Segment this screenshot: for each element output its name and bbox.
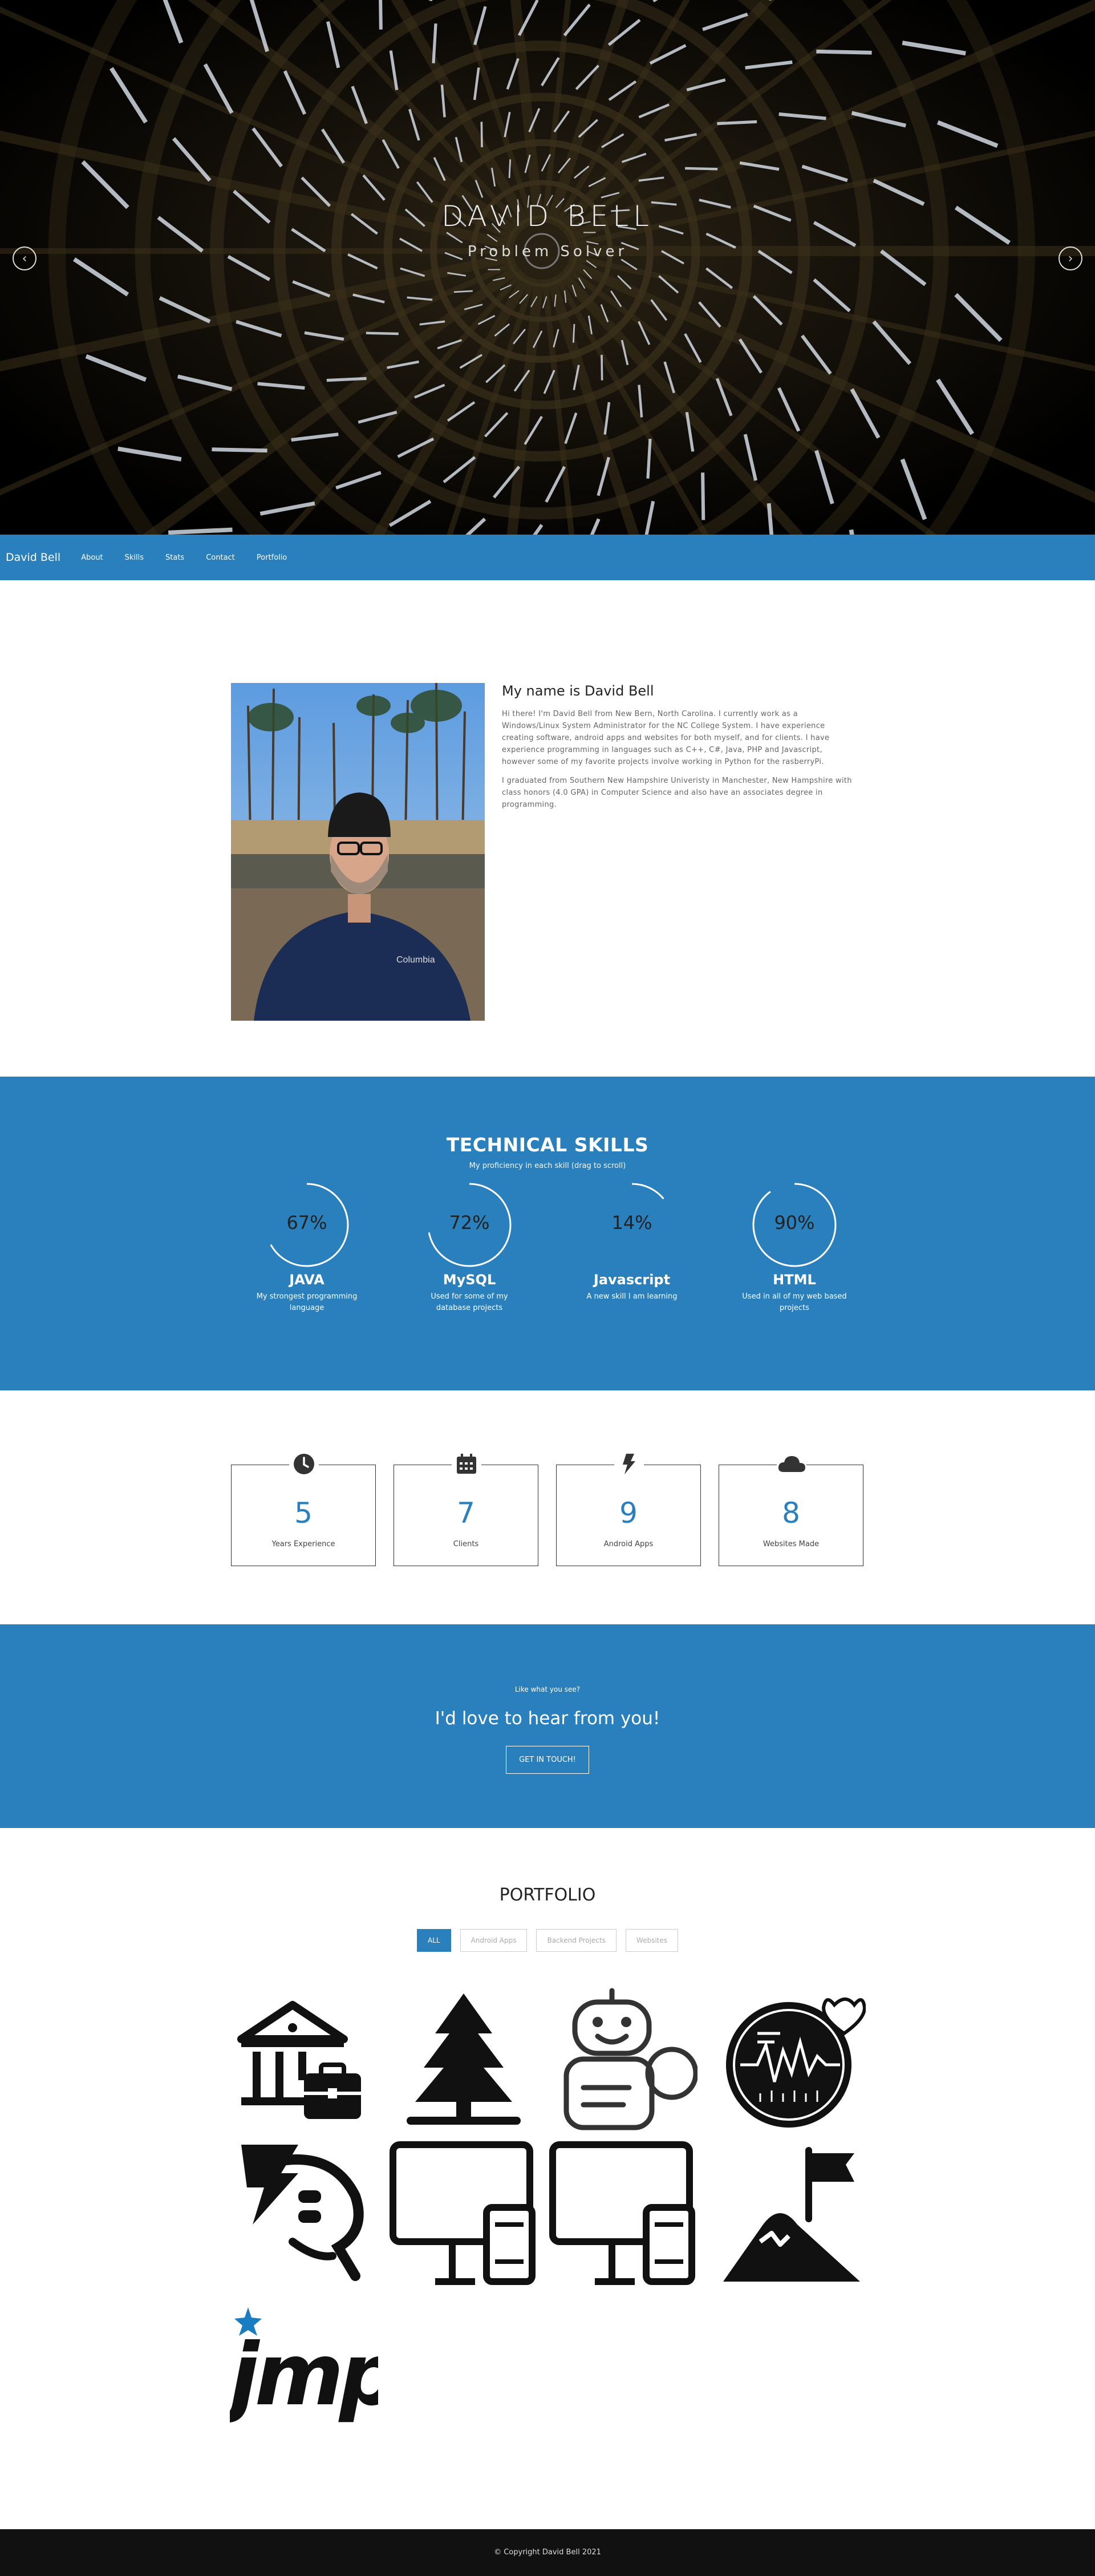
cta-heading: I'd love to hear from you!	[0, 1708, 1095, 1729]
profile-photo: Columbia	[231, 683, 485, 1021]
filter-android-apps[interactable]: Android Apps	[460, 1929, 528, 1952]
copyright-text: © Copyright David Bell 2021	[494, 2548, 601, 2557]
nav-link-contact[interactable]: Contact	[206, 553, 235, 562]
skill-percent: 14%	[566, 1212, 697, 1234]
clock-icon	[289, 1449, 319, 1479]
skill-mysql[interactable]: 72% MySQL Used for some of my database pro…	[404, 1179, 535, 1314]
stat-label: Clients	[394, 1540, 538, 1548]
hero-subtitle: Problem Solver	[0, 243, 1095, 260]
portfolio-item-jmp[interactable]: jmp ®	[230, 2290, 378, 2438]
footer: © Copyright David Bell 2021	[0, 2529, 1095, 2576]
stat-label: Years Experience	[232, 1540, 375, 1548]
carousel-prev-button[interactable]: ‹	[13, 246, 36, 270]
skill-name: MySQL	[404, 1272, 535, 1288]
heart-monitor-icon	[717, 1988, 866, 2136]
svg-text:®: ®	[368, 2398, 375, 2406]
skill-description: My strongest programming language	[241, 1291, 372, 1314]
pine-tree-icon	[390, 1988, 538, 2136]
skill-javascript[interactable]: 14% Javascript A new skill I am learning	[566, 1179, 697, 1303]
bolt-icon	[614, 1449, 644, 1479]
skill-name: JAVA	[241, 1272, 372, 1288]
desktop-phone-icon	[549, 2139, 697, 2287]
skill-description: Used in all of my web based projects	[729, 1291, 860, 1314]
stat-value: 7	[394, 1497, 538, 1530]
calendar-icon	[452, 1449, 481, 1479]
filter-websites[interactable]: Websites	[626, 1929, 678, 1952]
skill-percent: 90%	[729, 1212, 860, 1234]
nav-brand[interactable]: David Bell	[6, 551, 60, 564]
cloud-icon	[777, 1449, 806, 1479]
mountain-flag-icon	[717, 2139, 866, 2287]
stat-card-clients: 7 Clients	[394, 1465, 538, 1566]
portfolio-section: PORTFOLIO ALL Android Apps Backend Proje…	[0, 1828, 1095, 2529]
stat-label: Android Apps	[557, 1540, 700, 1548]
portfolio-filters: ALL Android Apps Backend Projects Websit…	[0, 1929, 1095, 1952]
svg-text:Columbia: Columbia	[396, 955, 435, 965]
skill-description: A new skill I am learning	[566, 1291, 697, 1303]
skill-html[interactable]: 90% HTML Used in all of my web based proje…	[729, 1179, 860, 1314]
skill-description: Used for some of my database projects	[404, 1291, 535, 1314]
filter-all[interactable]: ALL	[417, 1929, 451, 1952]
stat-value: 5	[232, 1497, 375, 1530]
cta-kicker: Like what you see?	[0, 1624, 1095, 1693]
skill-java[interactable]: 67% JAVA My strongest programming language	[241, 1179, 372, 1314]
hero-background-image	[0, 0, 1095, 535]
hero-section: DAVID BELL Problem Solver ‹ ›	[0, 0, 1095, 535]
portfolio-item-robot[interactable]	[549, 1988, 697, 2136]
filter-backend-projects[interactable]: Backend Projects	[536, 1929, 616, 1952]
portfolio-item-goal[interactable]	[717, 2139, 866, 2287]
nav-link-skills[interactable]: Skills	[125, 553, 144, 562]
skills-section: TECHNICAL SKILLS My proficiency in each …	[0, 1077, 1095, 1390]
portfolio-item-health[interactable]	[717, 1988, 866, 2136]
stat-value: 8	[719, 1497, 863, 1530]
portfolio-item-bank[interactable]	[230, 1988, 378, 2136]
stat-card-years: 5 Years Experience	[231, 1465, 376, 1566]
about-paragraph: I graduated from Southern New Hampshire …	[502, 775, 855, 811]
robot-icon	[549, 1988, 697, 2136]
chevron-left-icon: ‹	[22, 252, 27, 266]
skill-name: Javascript	[566, 1272, 697, 1288]
bank-briefcase-icon	[230, 1988, 378, 2136]
navbar: David Bell About Skills Stats Contact Po…	[0, 535, 1095, 580]
nav-link-stats[interactable]: Stats	[165, 553, 184, 562]
portfolio-item-desktop-2[interactable]	[549, 2139, 697, 2287]
svg-text:jmp: jmp	[230, 2326, 378, 2425]
about-section: Columbia My name is David Bell Hi there!…	[0, 580, 1095, 1077]
skill-percent: 67%	[241, 1212, 372, 1234]
stat-label: Websites Made	[719, 1540, 863, 1548]
desktop-phone-icon	[390, 2139, 538, 2287]
stat-card-websites: 8 Websites Made	[719, 1465, 863, 1566]
portfolio-item-power[interactable]	[230, 2139, 378, 2287]
skills-subtitle: My proficiency in each skill (drag to sc…	[0, 1162, 1095, 1170]
chevron-right-icon: ›	[1068, 252, 1073, 266]
skills-title: TECHNICAL SKILLS	[0, 1077, 1095, 1156]
about-title: My name is David Bell	[502, 683, 855, 699]
hand-holding-bolt-icon	[230, 2139, 378, 2287]
jmp-logo: jmp ®	[230, 2290, 378, 2438]
stat-card-android: 9 Android Apps	[556, 1465, 701, 1566]
stat-value: 9	[557, 1497, 700, 1530]
skill-name: HTML	[729, 1272, 860, 1288]
hero-title: DAVID BELL	[0, 200, 1095, 233]
portfolio-title: PORTFOLIO	[0, 1828, 1095, 1905]
about-paragraph: Hi there! I'm David Bell from New Bern, …	[502, 708, 855, 768]
portfolio-item-desktop-1[interactable]	[390, 2139, 538, 2287]
carousel-next-button[interactable]: ›	[1058, 246, 1082, 270]
skill-percent: 72%	[404, 1212, 535, 1234]
stats-section: 5 Years Experience 7 Clients 9 Android A…	[0, 1390, 1095, 1624]
contact-section: Like what you see? I'd love to hear from…	[0, 1624, 1095, 1828]
get-in-touch-button[interactable]: GET IN TOUCH!	[506, 1746, 589, 1774]
nav-link-about[interactable]: About	[81, 553, 103, 562]
portfolio-item-tree[interactable]	[390, 1988, 538, 2136]
nav-link-portfolio[interactable]: Portfolio	[257, 553, 287, 562]
